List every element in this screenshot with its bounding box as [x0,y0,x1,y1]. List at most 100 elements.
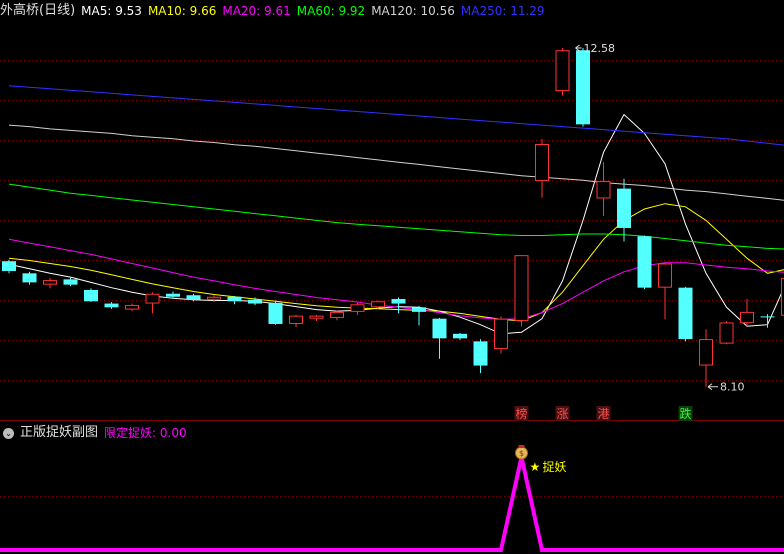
candle-body [289,315,303,324]
candle-body [760,316,775,318]
candle-body [596,181,611,199]
svg-text:$: $ [519,449,524,458]
indicator-pane: $ ★ 捉妖 [0,445,784,552]
candle-body [227,296,242,302]
ma5-legend: MA5: 9.53 [81,4,142,18]
candle [22,271,37,285]
candle-body [371,301,385,308]
candle [309,314,324,321]
high-price-label: 12.58 [584,42,616,55]
collapse-chevron-icon[interactable]: ⌄ [3,427,14,439]
candle-body [166,293,180,297]
candle-body [699,339,713,366]
candle [391,297,406,314]
candle [330,310,344,321]
candle-body [637,236,652,288]
ma120-line [8,124,784,201]
candle [166,291,180,299]
candle [227,295,242,305]
candle-body [63,279,78,285]
signal-tag-text: 港 [597,407,609,421]
candle [412,305,426,326]
candle [145,292,160,314]
candle-body [145,293,160,304]
signal-tag: 跌 [678,406,693,421]
candle-body [453,333,467,339]
signal-tag: 涨 [555,406,570,421]
candle-body [125,305,139,310]
candle [719,320,734,345]
signal-tag: 榜 [514,406,529,421]
candle-body [330,311,344,318]
candle-body [473,341,488,366]
candle-body [22,273,37,283]
candle [678,286,693,342]
candle [576,47,590,127]
candle-body [412,307,426,312]
main-chart-title: 外高桥(日线) [0,3,76,18]
ma60-legend: MA60: 9.92 [296,4,366,18]
indicator-value: 限定捉妖: 0.00 [104,426,187,440]
signal-label: 捉妖 [543,459,567,474]
candle-body [309,315,324,319]
high-arrow-icon [575,44,582,52]
candle [740,299,754,327]
sub-legend: ⌄ 正版捉妖副图 限定捉妖: 0.00 [0,423,193,443]
candle [514,255,529,327]
candle [617,178,631,242]
candle [453,333,467,340]
candle-body [535,144,549,182]
ma250-line [8,85,784,146]
ma20-legend: MA20: 9.61 [222,4,291,18]
signal-tag: 港 [596,406,611,421]
candle-body [658,263,672,288]
candle [432,317,447,359]
candlesticks [2,47,784,387]
sub-chart-title: 正版捉妖副图 [20,425,99,440]
ma250-legend: MA250: 11.29 [460,4,545,18]
ma120-legend: MA120: 10.56 [371,4,455,18]
candle [207,295,221,303]
candle [84,288,98,303]
candle [658,262,672,320]
candle [637,235,652,290]
candle [289,314,303,327]
candle [104,302,119,309]
moving-average-lines [8,85,784,335]
main-legend: 外高桥(日线) MA5: 9.53 MA10: 9.66 MA20: 9.61 … [0,1,551,21]
candle-body [350,304,365,312]
candle-body [268,302,283,324]
low-arrow-icon [707,383,718,391]
candle-body [432,318,447,339]
candle-body [248,299,262,304]
candle [2,259,16,274]
candle [760,314,775,328]
candle-body [2,261,16,272]
stock-chart[interactable]: 12.58 8.10 榜 涨 港 跌 $ ★ 捉妖 [0,0,784,554]
candle-body [740,311,754,324]
candle-body [186,295,201,300]
signal-tag-text: 跌 [679,406,691,421]
ma60-line [8,183,784,250]
candle [268,300,283,325]
candle-body [576,50,590,125]
low-price-label: 8.10 [720,381,745,394]
candle-body [678,287,693,340]
candle-body [43,280,57,285]
candle-body [104,303,119,308]
candle [473,339,488,374]
candle [699,329,713,387]
candle-body [207,296,221,300]
candle-body [84,289,98,302]
candle [350,302,365,315]
candle [535,138,549,198]
money-bag-icon: $ [515,445,528,460]
candle [555,47,570,96]
signal-tag-text: 涨 [556,406,568,421]
ma10-legend: MA10: 9.66 [147,4,217,18]
candle-body [494,318,508,349]
candle [494,316,508,354]
candle [125,303,139,312]
candle-body [391,299,406,304]
candle-body [555,50,570,92]
